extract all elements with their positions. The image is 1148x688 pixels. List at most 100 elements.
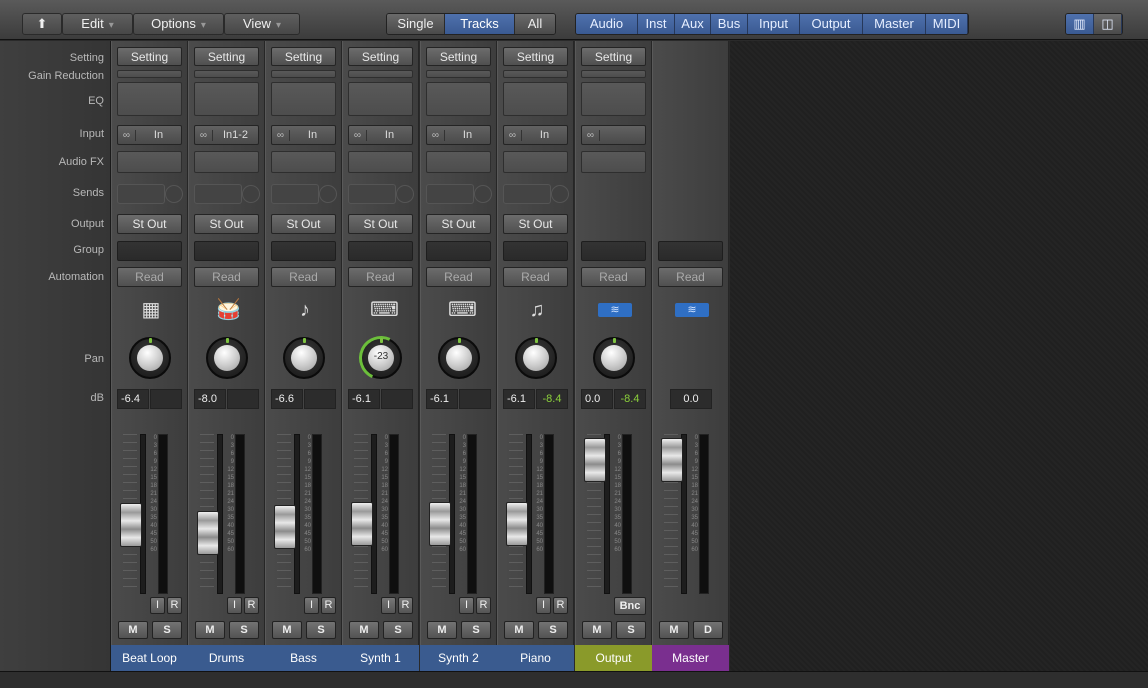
- volume-fader[interactable]: [584, 438, 606, 482]
- solo-button[interactable]: S: [383, 621, 413, 639]
- pan-knob[interactable]: -23: [352, 329, 410, 387]
- drum-kit-icon[interactable]: 🥁: [216, 297, 241, 323]
- input-slot[interactable]: ∞ In1-2: [194, 125, 259, 145]
- send-slot[interactable]: [426, 184, 474, 204]
- audio-fx-slot[interactable]: [271, 151, 336, 173]
- peak-readout[interactable]: -8.4: [536, 389, 568, 409]
- volume-fader[interactable]: [351, 502, 373, 546]
- send-knob[interactable]: [551, 185, 569, 203]
- filter-audio[interactable]: Audio: [576, 14, 638, 34]
- solo-button[interactable]: S: [152, 621, 182, 639]
- solo-button[interactable]: S: [229, 621, 259, 639]
- channel-name[interactable]: Beat Loop: [111, 645, 188, 671]
- group-slot[interactable]: [426, 241, 491, 261]
- volume-readout[interactable]: -6.1: [503, 389, 535, 409]
- pan-knob[interactable]: [129, 337, 171, 379]
- audio-fx-slot[interactable]: [348, 151, 413, 173]
- volume-fader[interactable]: [506, 502, 528, 546]
- mute-button[interactable]: M: [504, 621, 534, 639]
- solo-button[interactable]: S: [538, 621, 568, 639]
- send-knob[interactable]: [242, 185, 260, 203]
- automation-mode-button[interactable]: Read: [581, 267, 646, 287]
- drum-machine-icon[interactable]: ▦: [139, 297, 163, 323]
- mute-button[interactable]: M: [195, 621, 225, 639]
- group-slot[interactable]: [658, 241, 723, 261]
- volume-readout[interactable]: -6.4: [117, 389, 149, 409]
- dim-button[interactable]: D: [693, 621, 723, 639]
- send-slot[interactable]: [348, 184, 396, 204]
- pan-knob[interactable]: [283, 337, 325, 379]
- pan-knob[interactable]: [206, 337, 248, 379]
- volume-readout[interactable]: 0.0: [670, 389, 712, 409]
- group-slot[interactable]: [581, 241, 646, 261]
- input-slot[interactable]: ∞ In: [271, 125, 336, 145]
- mute-button[interactable]: M: [659, 621, 689, 639]
- peak-readout[interactable]: [459, 389, 491, 409]
- pan-knob[interactable]: [593, 337, 635, 379]
- eq-display[interactable]: [426, 82, 491, 116]
- input-slot[interactable]: ∞ In: [348, 125, 413, 145]
- mute-button[interactable]: M: [349, 621, 379, 639]
- group-slot[interactable]: [117, 241, 182, 261]
- filter-input[interactable]: Input: [748, 14, 800, 34]
- wide-channel-icon[interactable]: ▥: [1066, 14, 1094, 34]
- automation-mode-button[interactable]: Read: [503, 267, 568, 287]
- input-monitor-button[interactable]: I: [150, 597, 165, 614]
- options-menu[interactable]: Options ▾: [133, 13, 224, 35]
- send-knob[interactable]: [165, 185, 183, 203]
- eq-display[interactable]: [581, 82, 646, 116]
- solo-button[interactable]: S: [616, 621, 646, 639]
- eq-display[interactable]: [117, 82, 182, 116]
- eq-display[interactable]: [271, 82, 336, 116]
- input-monitor-button[interactable]: I: [536, 597, 551, 614]
- automation-mode-button[interactable]: Read: [348, 267, 413, 287]
- output-slot[interactable]: St Out: [117, 214, 182, 234]
- setting-button[interactable]: Setting: [348, 47, 413, 66]
- single-mode-button[interactable]: Single: [387, 14, 445, 34]
- channel-name[interactable]: Bass: [265, 645, 342, 671]
- channel-name[interactable]: Output: [575, 645, 652, 671]
- channel-name[interactable]: Drums: [188, 645, 265, 671]
- input-monitor-button[interactable]: I: [227, 597, 242, 614]
- channel-name[interactable]: Synth 2: [420, 645, 497, 671]
- keyboard-stand-icon[interactable]: ⌨: [448, 297, 477, 323]
- volume-readout[interactable]: -6.1: [348, 389, 380, 409]
- setting-button[interactable]: Setting: [117, 47, 182, 66]
- input-slot[interactable]: ∞ In: [503, 125, 568, 145]
- setting-button[interactable]: Setting: [581, 47, 646, 66]
- filter-bus[interactable]: Bus: [711, 14, 748, 34]
- volume-fader[interactable]: [661, 438, 683, 482]
- send-knob[interactable]: [474, 185, 492, 203]
- mute-button[interactable]: M: [427, 621, 457, 639]
- volume-fader[interactable]: [120, 503, 142, 547]
- automation-mode-button[interactable]: Read: [658, 267, 723, 287]
- filter-inst[interactable]: Inst: [638, 14, 675, 34]
- edit-menu[interactable]: Edit ▾: [62, 13, 133, 35]
- input-monitor-button[interactable]: I: [459, 597, 474, 614]
- group-slot[interactable]: [503, 241, 568, 261]
- keyboard-stand-icon[interactable]: ⌨: [370, 297, 399, 323]
- audio-fx-slot[interactable]: [117, 151, 182, 173]
- peak-readout[interactable]: [304, 389, 336, 409]
- group-slot[interactable]: [194, 241, 259, 261]
- input-slot[interactable]: ∞ In: [117, 125, 182, 145]
- input-monitor-button[interactable]: I: [381, 597, 396, 614]
- narrow-channel-icon[interactable]: ◫: [1094, 14, 1122, 34]
- setting-button[interactable]: Setting: [426, 47, 491, 66]
- send-knob[interactable]: [319, 185, 337, 203]
- channel-name[interactable]: Synth 1: [342, 645, 419, 671]
- audio-fx-slot[interactable]: [194, 151, 259, 173]
- waveform-icon[interactable]: ≋: [675, 303, 709, 317]
- output-slot[interactable]: St Out: [194, 214, 259, 234]
- eq-display[interactable]: [503, 82, 568, 116]
- solo-button[interactable]: S: [461, 621, 491, 639]
- record-enable-button[interactable]: R: [553, 597, 568, 614]
- all-mode-button[interactable]: All: [515, 14, 555, 34]
- pan-knob[interactable]: [515, 337, 557, 379]
- record-enable-button[interactable]: R: [398, 597, 413, 614]
- pan-knob[interactable]: [438, 337, 480, 379]
- up-arrow-button[interactable]: ⬆: [22, 13, 62, 35]
- setting-button[interactable]: Setting: [194, 47, 259, 66]
- grand-piano-icon[interactable]: ♫: [525, 297, 549, 323]
- view-menu[interactable]: View ▾: [224, 13, 300, 35]
